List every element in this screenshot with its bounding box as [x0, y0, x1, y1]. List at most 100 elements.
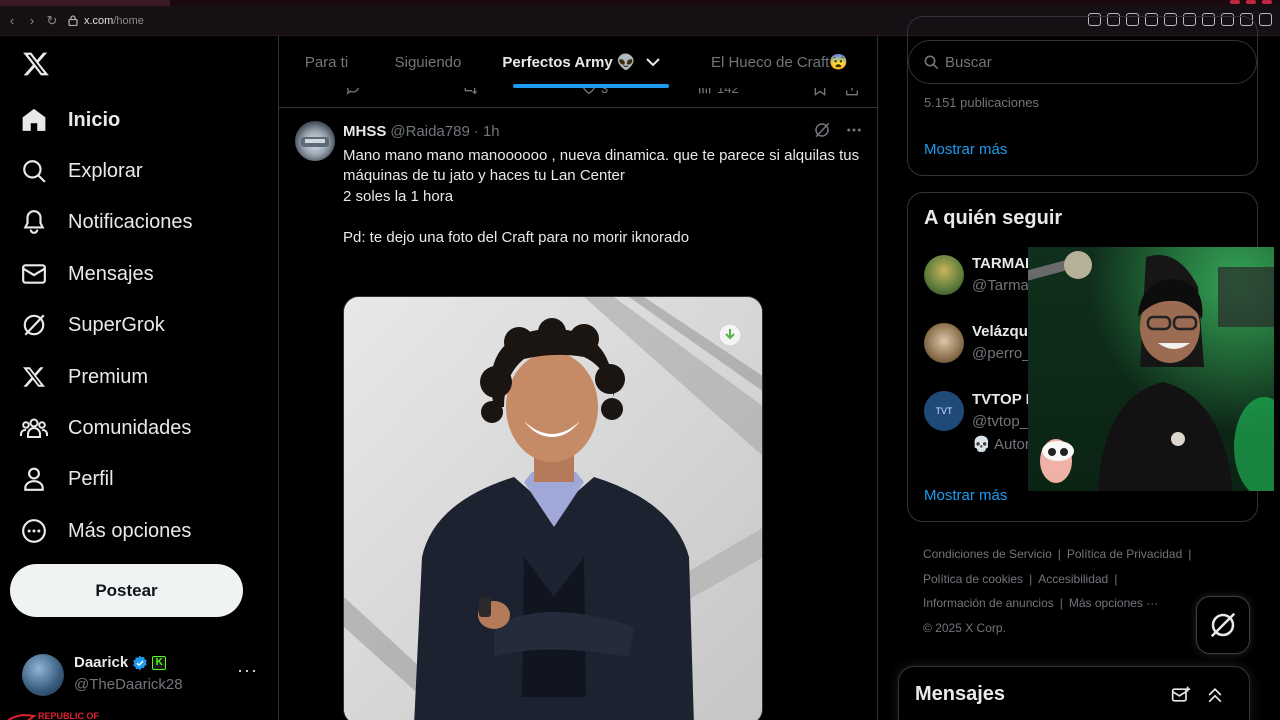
copyright: © 2025 X Corp.: [923, 620, 1006, 635]
tab-para-ti[interactable]: Para ti: [279, 36, 374, 88]
nav-label: Notificaciones: [68, 210, 193, 233]
bookmark-icon[interactable]: [813, 88, 827, 96]
account-name: Daarick: [74, 654, 129, 671]
left-sidebar: Inicio Explorar Notificaciones Mensajes …: [0, 36, 278, 720]
nav-item-explore[interactable]: Explorar: [18, 149, 142, 193]
search-placeholder: Buscar: [945, 53, 992, 71]
grok-icon: [1208, 610, 1238, 640]
footer-links: Condiciones de Servicio | Política de Priv…: [923, 547, 1192, 635]
bell-icon: [18, 206, 50, 238]
tweet[interactable]: MHSS @Raida789 · 1h Mano mano mano manoo…: [279, 109, 877, 720]
footer-link[interactable]: Más opciones ···: [1069, 596, 1158, 610]
nav-label: Mensajes: [68, 262, 154, 285]
menu-icon[interactable]: [1259, 13, 1272, 26]
account-switcher[interactable]: Daarick K @TheDaarick28 ···: [22, 650, 272, 706]
tweet-time[interactable]: · 1h: [474, 123, 500, 140]
drawer-title: Mensajes: [915, 683, 1006, 705]
verified-icon: [132, 655, 148, 671]
tab-siguiendo[interactable]: Siguiendo: [374, 36, 482, 88]
person-icon: [18, 463, 50, 495]
grok-button[interactable]: [1196, 596, 1250, 654]
timeline-column: Para ti Siguiendo Perfectos Army 👽 El Hu…: [278, 36, 878, 720]
avatar: [924, 323, 964, 363]
nav-item-premium[interactable]: Premium: [18, 355, 148, 399]
tweet-text: Mano mano mano manoooooo , nueva dinamic…: [343, 147, 860, 246]
lock-icon: [68, 15, 78, 26]
tweet-author-name[interactable]: MHSS: [343, 123, 386, 140]
suggestion-name: Velázqu: [972, 323, 1028, 340]
rog-logo: REPUBLIC OF GAMERS: [0, 710, 110, 720]
avatar: TVT: [924, 391, 964, 431]
address-bar[interactable]: x.com/home: [68, 15, 144, 27]
nav-label: Comunidades: [68, 416, 192, 439]
grok-icon[interactable]: [813, 121, 831, 139]
tab-label: El Hueco de Craft😨: [710, 54, 849, 71]
nav-item-more[interactable]: Más opciones: [18, 509, 191, 553]
url-host: x.com: [84, 14, 114, 27]
post-button[interactable]: Postear: [10, 564, 243, 617]
suggestion-handle: @Tarmal: [972, 277, 1033, 294]
views-count: 142: [717, 88, 739, 96]
nav-label: Explorar: [68, 159, 143, 182]
views-button[interactable]: 142: [697, 88, 739, 96]
tweet-author-handle[interactable]: @Raida789: [390, 123, 469, 140]
show-more-link[interactable]: Mostrar más: [924, 487, 1007, 504]
tab-label: Para ti: [304, 53, 349, 71]
suggestion-name: TARMAL: [972, 255, 1035, 272]
mail-icon: [18, 258, 50, 290]
chevron-down-icon[interactable]: [645, 57, 660, 67]
nav-item-notifications[interactable]: Notificaciones: [18, 200, 193, 244]
suggestion-handle: @tvtop_: [972, 413, 1029, 430]
footer-link[interactable]: Accesibilidad: [1038, 572, 1108, 586]
tab-perfectos-army[interactable]: Perfectos Army 👽: [482, 36, 680, 88]
footer-link[interactable]: Política de cookies: [923, 572, 1023, 586]
messages-drawer[interactable]: Mensajes: [898, 666, 1250, 720]
reload-icon[interactable]: ↻: [42, 11, 62, 31]
like-button[interactable]: 3: [581, 88, 608, 96]
nav-item-communities[interactable]: Comunidades: [18, 406, 191, 450]
retweet-icon[interactable]: [461, 88, 479, 96]
nav-item-home[interactable]: Inicio: [18, 98, 120, 142]
suggestion-name: TVTOP I: [972, 391, 1030, 408]
tweet-image[interactable]: [343, 296, 763, 720]
nav-label: Más opciones: [68, 519, 192, 542]
collapse-icon[interactable]: [1205, 685, 1225, 705]
nav-item-messages[interactable]: Mensajes: [18, 252, 154, 296]
tweet-header: MHSS @Raida789 · 1h: [343, 123, 500, 140]
post-count: 5.151 publicaciones: [924, 95, 1039, 110]
forward-icon[interactable]: ›: [22, 11, 42, 31]
nav-label: Perfil: [68, 467, 114, 490]
avatar: [22, 654, 64, 696]
url-path: /home: [113, 14, 144, 27]
search-input[interactable]: Buscar: [908, 40, 1257, 84]
tab-label: Perfectos Army 👽: [502, 54, 636, 71]
nav-label: Premium: [68, 365, 149, 388]
rog-text: REPUBLIC OF GAMERS: [38, 711, 100, 720]
search-icon: [923, 54, 939, 70]
nav-label: SuperGrok: [68, 313, 165, 336]
footer-link[interactable]: Información de anuncios: [923, 596, 1054, 610]
more-horizontal-icon[interactable]: [845, 121, 863, 139]
footer-link[interactable]: Política de Privacidad: [1067, 547, 1182, 561]
show-more-link[interactable]: Mostrar más: [924, 141, 1007, 158]
x-icon: [18, 361, 50, 393]
communities-icon: [18, 412, 50, 444]
nav-item-supergrok[interactable]: SuperGrok: [18, 303, 165, 347]
tweet-avatar[interactable]: [295, 121, 335, 161]
reply-icon[interactable]: [345, 88, 361, 96]
x-logo-icon[interactable]: [22, 50, 50, 78]
nav-label: Inicio: [68, 108, 121, 131]
new-message-icon[interactable]: [1171, 685, 1191, 705]
more-circle-icon: [18, 515, 50, 547]
share-icon[interactable]: [845, 88, 859, 96]
nav-item-profile[interactable]: Perfil: [18, 457, 114, 501]
tab-hueco-de-craft[interactable]: El Hueco de Craft😨: [680, 36, 877, 88]
back-icon[interactable]: ‹: [2, 11, 22, 31]
previous-tweet-actions: 3 142: [279, 88, 877, 108]
footer-link[interactable]: Condiciones de Servicio: [923, 547, 1052, 561]
webcam-overlay: [1028, 247, 1274, 491]
kick-badge-icon: K: [152, 655, 167, 670]
grok-icon: [18, 309, 50, 341]
home-icon: [18, 104, 50, 136]
more-horizontal-icon[interactable]: ···: [237, 660, 258, 681]
